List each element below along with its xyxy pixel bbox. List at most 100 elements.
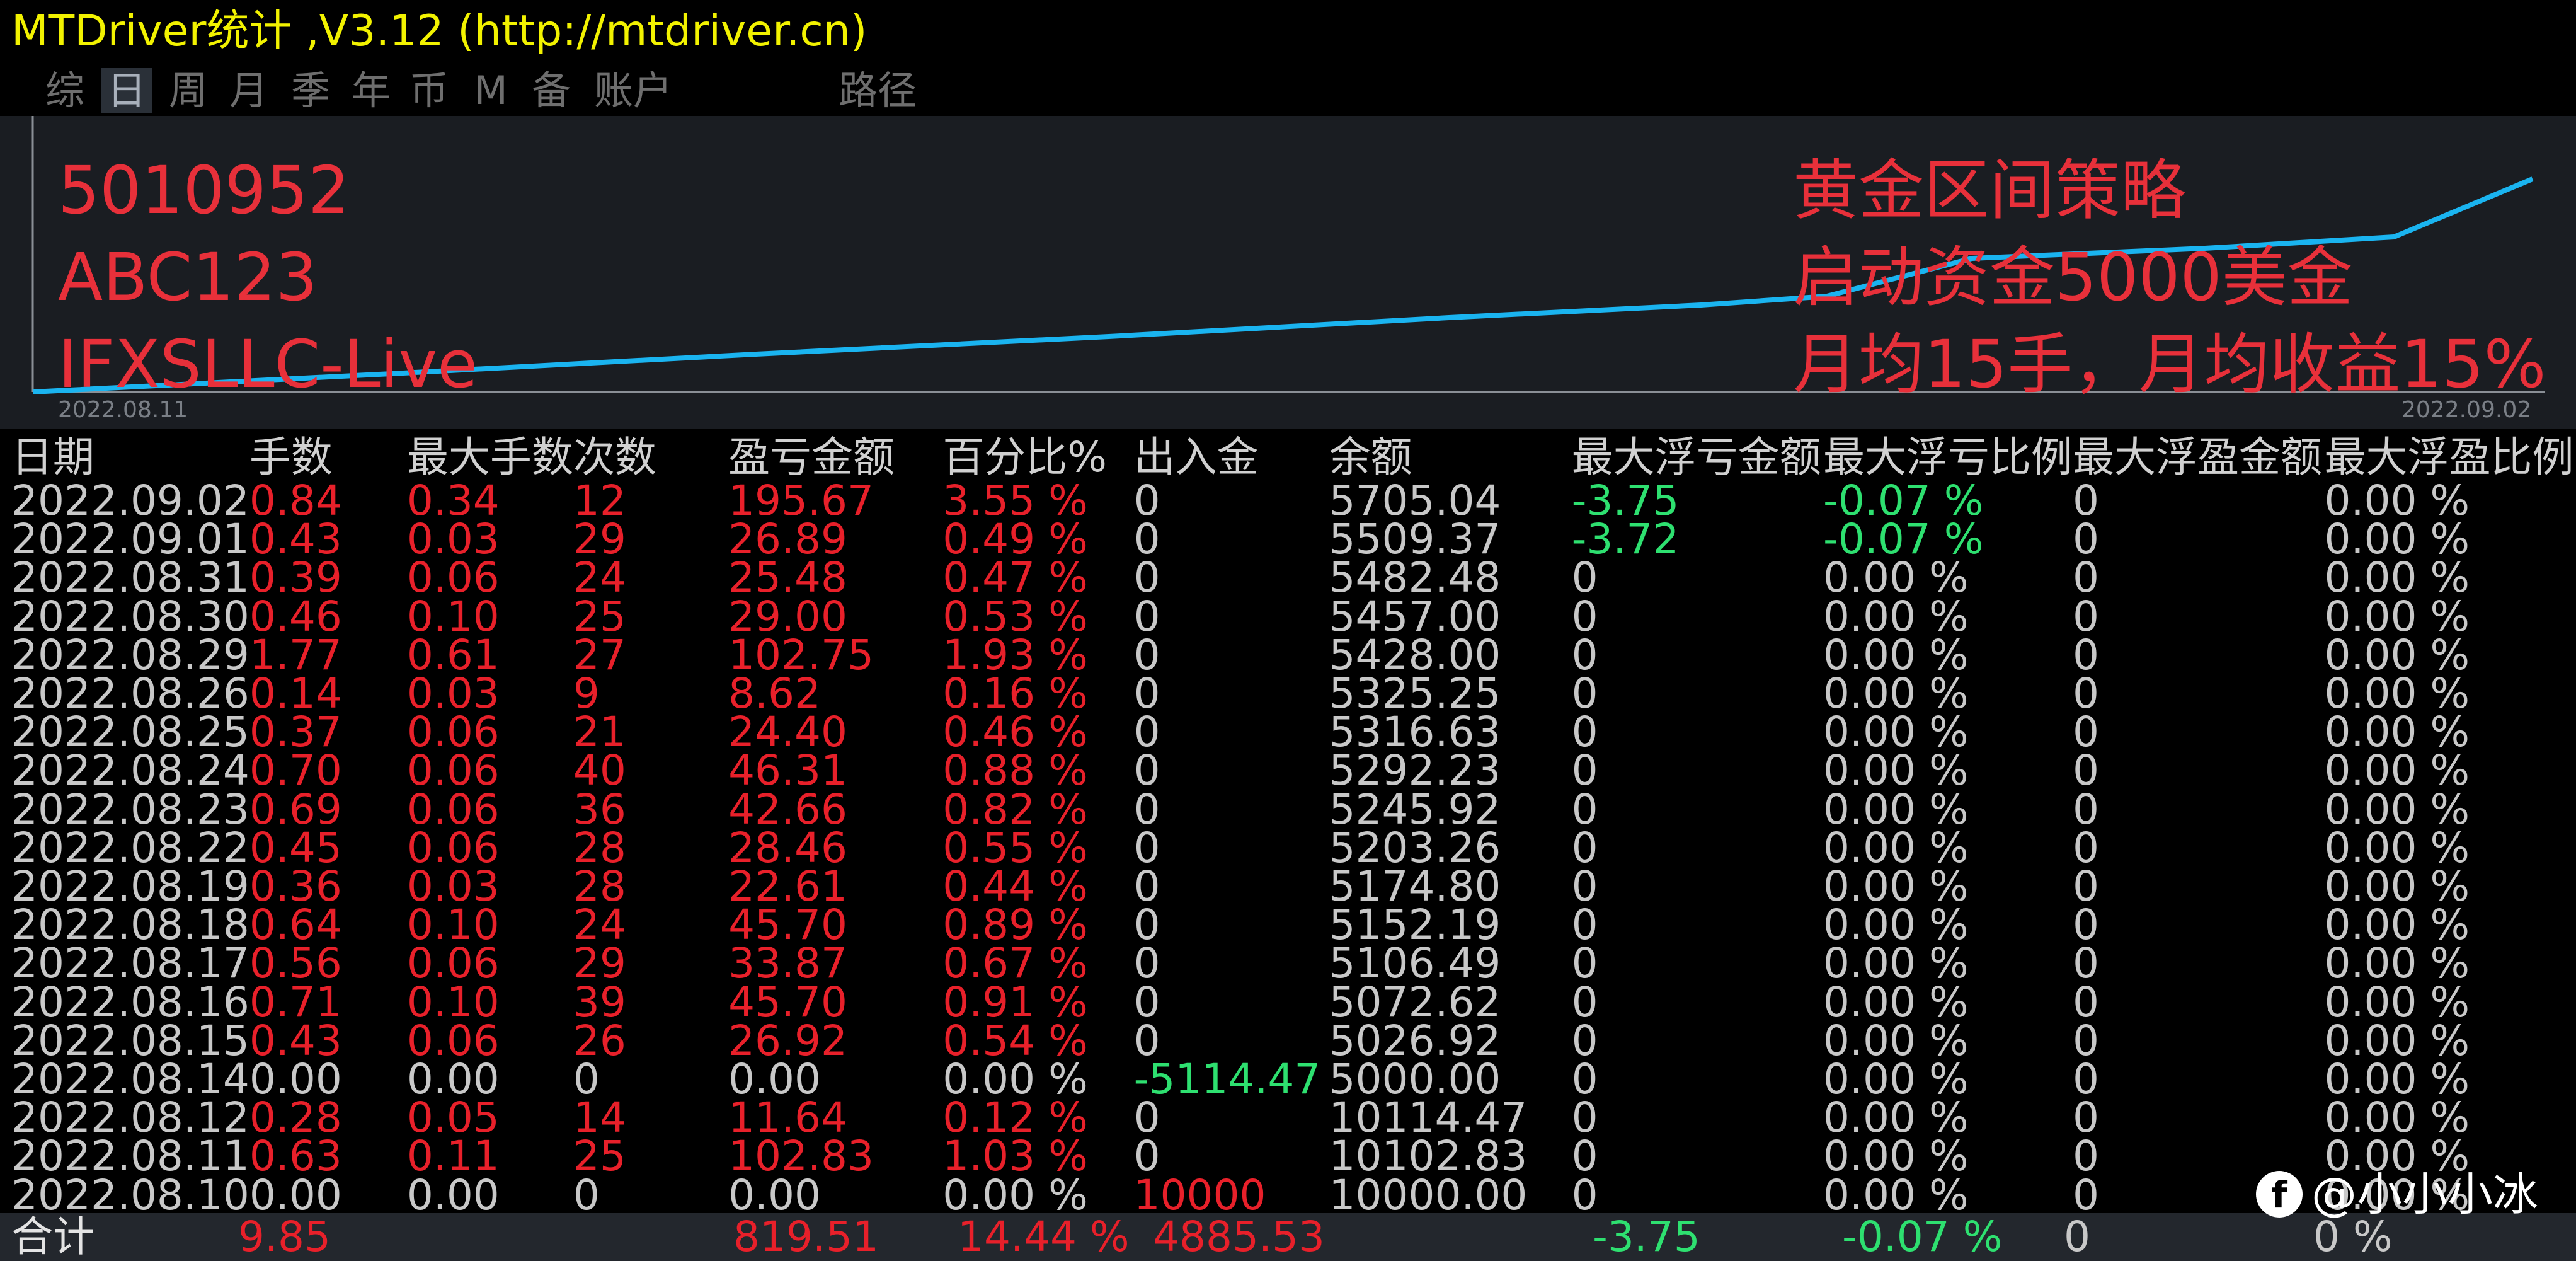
table-row[interactable]: 2022.08.31 0.39 0.06 24 25.48 0.47 % 0 5482.48 0… — [11, 553, 2576, 602]
table-cell: 0.00 % — [942, 1055, 1088, 1104]
table-cell: 0.00 — [406, 1170, 500, 1219]
tab-8[interactable]: 备 — [525, 68, 577, 113]
table-cell: 2022.08.26 — [11, 669, 249, 718]
column-header[interactable]: 最大浮盈金额 — [2073, 434, 2324, 481]
table-row[interactable]: 2022.09.01 0.43 0.03 29 26.89 0.49 % 0 5509.37 -… — [11, 515, 2576, 564]
table-row[interactable]: 2022.08.30 0.46 0.10 25 29.00 0.53 % 0 5457.00 0… — [11, 592, 2576, 641]
table-cell: 0.67 % — [942, 939, 1088, 988]
table-cell: 0 — [1133, 785, 1160, 834]
watermark-text: @小小小冰 — [2311, 1168, 2538, 1221]
table-row[interactable]: 2022.08.12 0.28 0.05 14 11.64 0.12 % 0 10114.47… — [11, 1093, 2576, 1143]
table-row[interactable]: 2022.08.23 0.69 0.06 36 42.66 0.82 % 0 5245.92 0… — [11, 785, 2576, 834]
table-cell: 22.61 — [728, 862, 848, 911]
table-cell: 0.00 % — [1823, 785, 1969, 834]
table-row[interactable]: 2022.08.10 0.00 0.00 0 0.00 0.00 % 10000 10000.… — [11, 1170, 2576, 1219]
table-cell: 0.56 — [249, 939, 342, 988]
table-cell: 5174.80 — [1329, 862, 1501, 911]
column-header[interactable]: 手数 — [249, 434, 407, 481]
tab-1[interactable]: 日 — [101, 68, 152, 113]
table-cell: 25 — [573, 592, 626, 641]
table-cell: 0 — [573, 1170, 600, 1219]
chart-end-date: 2022.09.02 — [2401, 397, 2532, 423]
table-row[interactable]: 2022.08.29 1.77 0.61 27 102.75 1.93 % 0 5428.00… — [11, 630, 2576, 679]
table-cell: 0.00 % — [1823, 746, 1969, 795]
table-cell: 0.03 — [406, 862, 500, 911]
column-header[interactable]: 百分比% — [942, 434, 1133, 481]
tab-0[interactable]: 综 — [39, 68, 91, 113]
table-cell: 0 — [2073, 939, 2100, 988]
table-cell: 0.00 % — [1823, 977, 1969, 1027]
table-cell: 0 — [1133, 823, 1160, 872]
table-cell: 14 — [573, 1093, 626, 1143]
table-cell: 0.00 % — [1823, 1132, 1969, 1181]
tab-7[interactable]: M — [465, 68, 517, 113]
table-cell: 0.34 — [406, 476, 500, 525]
tab-2[interactable]: 周 — [163, 68, 214, 113]
table-cell: 0 — [1571, 592, 1598, 641]
table-row[interactable]: 2022.08.25 0.37 0.06 21 24.40 0.46 % 0 5316.63 0… — [11, 708, 2576, 757]
column-header[interactable]: 次数 — [573, 434, 728, 481]
table-cell: 0.47 % — [942, 553, 1088, 602]
table-cell: 0.00 % — [1823, 1170, 1969, 1219]
table-row[interactable]: 2022.08.19 0.36 0.03 28 22.61 0.44 % 0 5174.80 0… — [11, 862, 2576, 911]
column-header[interactable]: 最大浮亏金额 — [1572, 434, 1823, 481]
table-cell: 0 — [2073, 823, 2100, 872]
table-row[interactable]: 2022.08.15 0.43 0.06 26 26.92 0.54 % 0 5026.92 0… — [11, 1016, 2576, 1065]
table-cell: 26.89 — [728, 515, 848, 564]
column-header[interactable]: 最大浮盈比例 — [2324, 434, 2576, 481]
table-cell: 0 — [1571, 553, 1598, 602]
table-cell: 0.55 % — [942, 823, 1088, 872]
tab-5[interactable]: 年 — [345, 68, 397, 113]
table-cell: 0.37 — [249, 708, 342, 757]
table-row[interactable]: 2022.08.17 0.56 0.06 29 33.87 0.67 % 0 5106.49 0… — [11, 939, 2576, 988]
table-cell: 0.00 % — [2324, 862, 2470, 911]
table-cell: 0 — [2073, 515, 2100, 564]
table-cell: 2022.08.14 — [11, 1055, 249, 1104]
total-max-float-profit: 0 — [2064, 1212, 2090, 1261]
table-cell: 102.75 — [728, 630, 874, 679]
table-cell: 0.11 — [406, 1132, 500, 1181]
column-header[interactable]: 日期 — [11, 434, 249, 481]
table-cell: 0 — [1133, 553, 1160, 602]
table-cell: 0.06 — [406, 1016, 500, 1065]
table-cell: 0.00 % — [1823, 1016, 1969, 1065]
tab-4[interactable]: 季 — [285, 68, 336, 113]
table-cell: 2022.08.18 — [11, 901, 249, 950]
table-cell: 2022.08.11 — [11, 1132, 249, 1181]
table-cell: 0.00 % — [1823, 901, 1969, 950]
table-cell: 0 — [1133, 746, 1160, 795]
column-header[interactable]: 最大手数 — [407, 434, 573, 481]
table-cell: 0.00 % — [2324, 977, 2470, 1027]
table-cell: 5292.23 — [1329, 746, 1501, 795]
table-cell: 0.00 — [728, 1170, 821, 1219]
column-header[interactable]: 最大浮亏比例 — [1823, 434, 2073, 481]
table-row[interactable]: 2022.08.16 0.71 0.10 39 45.70 0.91 % 0 5072.62 0… — [11, 977, 2576, 1027]
column-header[interactable]: 盈亏金额 — [728, 434, 942, 481]
account-name: ABC123 — [58, 239, 318, 316]
table-row[interactable]: 2022.08.22 0.45 0.06 28 28.46 0.55 % 0 5203.26 0… — [11, 823, 2576, 872]
table-row[interactable]: 2022.09.02 0.84 0.34 12 195.67 3.55 % 0 5705.04… — [11, 476, 2576, 525]
table-cell: 3.55 % — [942, 476, 1088, 525]
table-cell: 0.00 % — [2324, 708, 2470, 757]
table-cell: 40 — [573, 746, 626, 795]
table-cell: 36 — [573, 785, 626, 834]
table-cell: 2022.08.22 — [11, 823, 249, 872]
tab-10[interactable]: 路径 — [830, 68, 925, 113]
column-header[interactable]: 余额 — [1329, 434, 1572, 481]
table-cell: 26 — [573, 1016, 626, 1065]
tab-6[interactable]: 币 — [403, 68, 455, 113]
tab-3[interactable]: 月 — [223, 68, 275, 113]
column-header[interactable]: 出入金 — [1134, 434, 1329, 481]
table-cell: 5245.92 — [1329, 785, 1501, 834]
table-cell: 0.89 % — [942, 901, 1088, 950]
table-row[interactable]: 2022.08.24 0.70 0.06 40 46.31 0.88 % 0 5292.23 0… — [11, 746, 2576, 795]
table-cell: 46.31 — [728, 746, 848, 795]
table-row[interactable]: 2022.08.26 0.14 0.03 9 8.62 0.16 % 0 5325.25 0 0.… — [11, 669, 2576, 718]
table-cell: 2022.08.30 — [11, 592, 249, 641]
table-row[interactable]: 2022.08.14 0.00 0.00 0 0.00 0.00 % -5114.47 500… — [11, 1055, 2576, 1104]
tab-9[interactable]: 账户 — [586, 68, 680, 113]
table-row[interactable]: 2022.08.18 0.64 0.10 24 45.70 0.89 % 0 5152.19 0… — [11, 901, 2576, 950]
table-cell: 0.00 % — [2324, 630, 2470, 679]
table-cell: 2022.08.25 — [11, 708, 249, 757]
table-row[interactable]: 2022.08.11 0.63 0.11 25 102.83 1.03 % 0 10102.8… — [11, 1132, 2576, 1181]
